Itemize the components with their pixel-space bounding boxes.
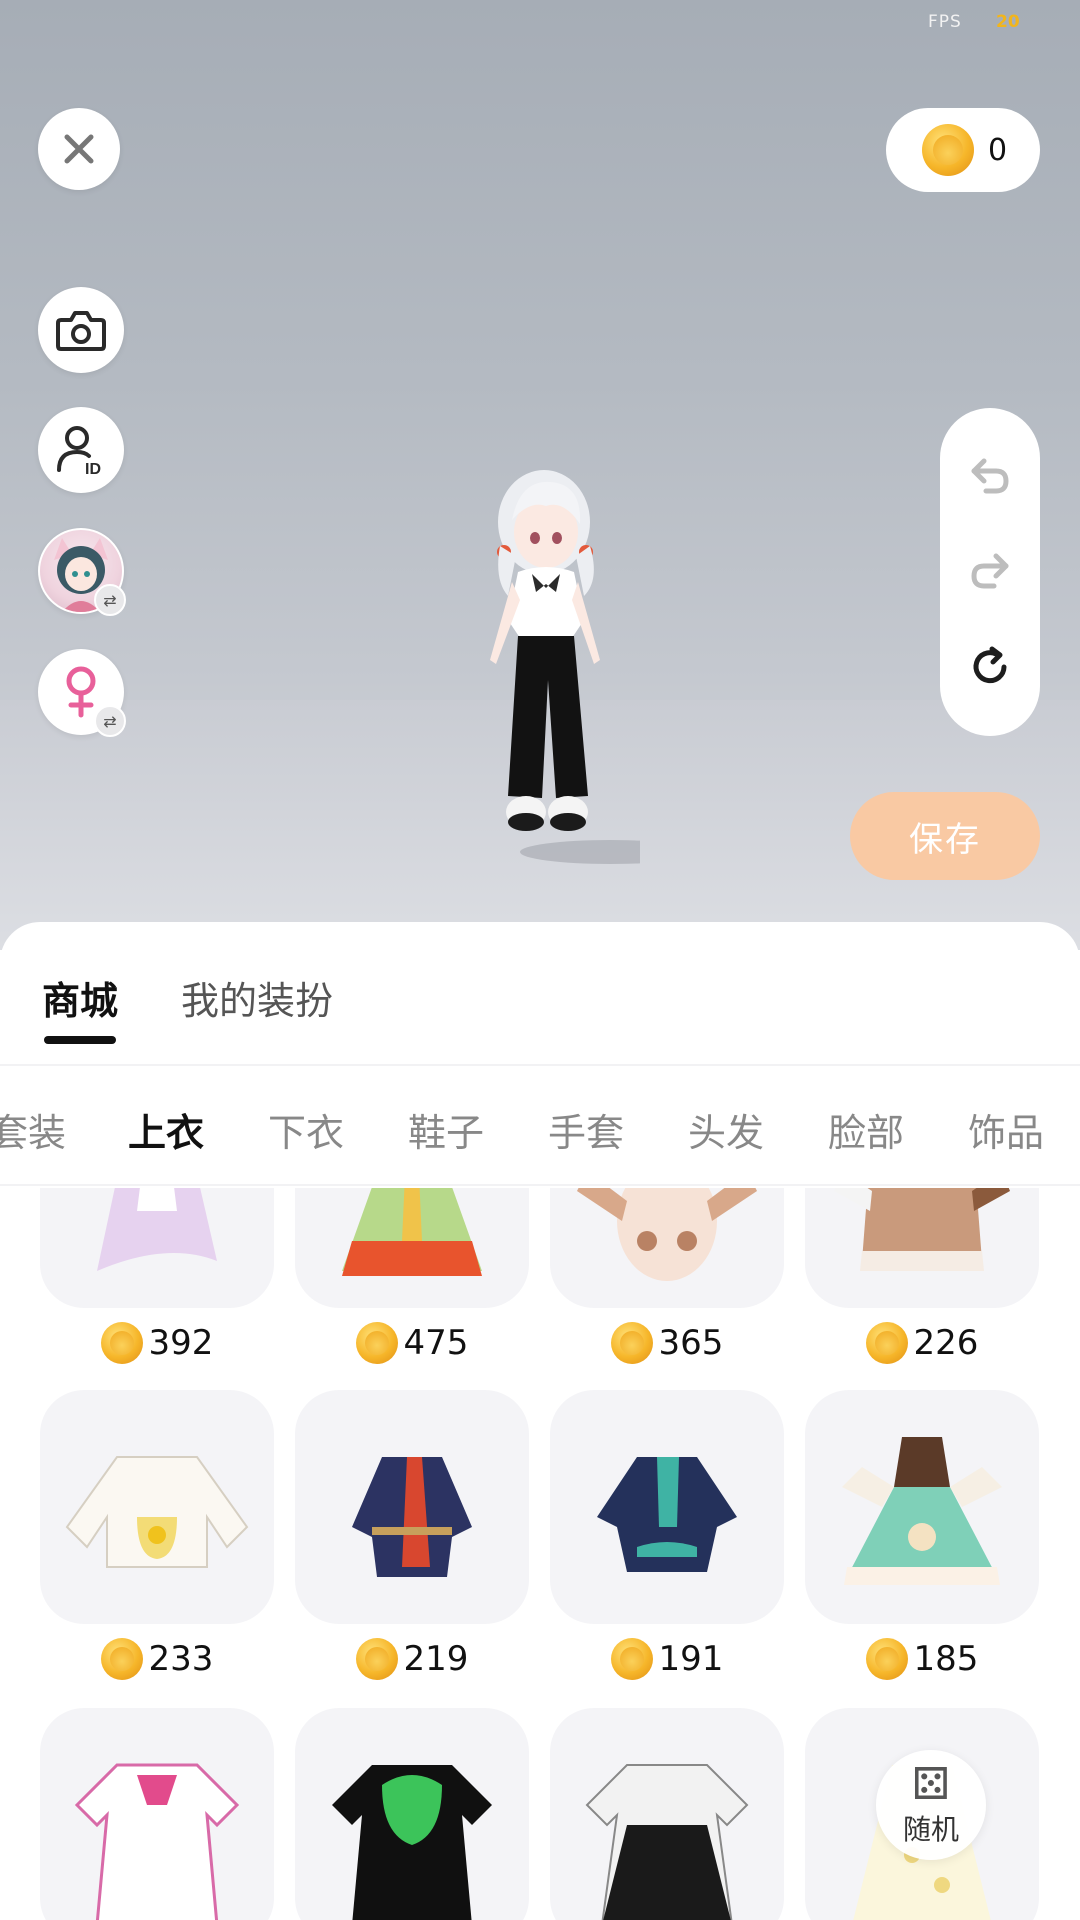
item-thumbnail bbox=[805, 1390, 1039, 1624]
coin-balance[interactable]: 0 bbox=[886, 108, 1040, 192]
switch-avatar-button[interactable]: ⇄ bbox=[38, 528, 126, 616]
item-thumbnail bbox=[40, 1188, 274, 1308]
category-face[interactable]: 脸部 bbox=[828, 1102, 904, 1157]
item-price: 392 bbox=[148, 1323, 214, 1363]
item-thumbnail bbox=[550, 1188, 784, 1308]
switch-gender-button[interactable]: ⇄ bbox=[38, 649, 126, 737]
coin-icon bbox=[100, 1638, 143, 1680]
item-thumbnail bbox=[295, 1708, 529, 1920]
reset-icon[interactable] bbox=[968, 645, 1012, 689]
coin-icon bbox=[355, 1638, 398, 1680]
shop-item[interactable]: 233 bbox=[40, 1390, 274, 1680]
tab-my-outfits[interactable]: 我的装扮 bbox=[181, 970, 333, 1025]
category-hair[interactable]: 头发 bbox=[688, 1102, 764, 1157]
category-bottoms[interactable]: 下衣 bbox=[268, 1102, 344, 1157]
avatar-preview-scene[interactable]: FPS 20 ID ⇄ ⇄ 0 保存 bbox=[0, 0, 1080, 950]
item-thumbnail bbox=[295, 1188, 529, 1308]
item-price: 185 bbox=[913, 1639, 979, 1679]
coin-icon bbox=[922, 124, 974, 176]
shop-item[interactable] bbox=[550, 1708, 784, 1920]
category-suit[interactable]: 套装 bbox=[0, 1102, 66, 1157]
category-accessories[interactable]: 饰品 bbox=[968, 1102, 1044, 1157]
coin-icon bbox=[355, 1322, 398, 1364]
category-tabs[interactable]: 套装 上衣 下衣 鞋子 手套 头发 脸部 饰品 bbox=[0, 1068, 1080, 1186]
tab-shop[interactable]: 商城 bbox=[42, 970, 118, 1025]
shop-item[interactable]: 191 bbox=[550, 1390, 784, 1680]
shop-item[interactable] bbox=[295, 1708, 529, 1920]
camera-button[interactable] bbox=[38, 287, 124, 373]
item-thumbnail bbox=[40, 1708, 274, 1920]
category-shoes[interactable]: 鞋子 bbox=[408, 1102, 484, 1157]
active-tab-indicator bbox=[44, 1036, 116, 1044]
edit-history-panel bbox=[940, 408, 1040, 736]
shop-item[interactable]: 219 bbox=[295, 1390, 529, 1680]
swap-icon: ⇄ bbox=[94, 705, 126, 737]
item-price: 226 bbox=[913, 1323, 979, 1363]
shop-item[interactable]: 226 bbox=[805, 1188, 1039, 1364]
shop-item[interactable]: 365 bbox=[550, 1188, 784, 1364]
item-price: 191 bbox=[658, 1639, 724, 1679]
coin-icon bbox=[865, 1638, 908, 1680]
random-outfit-button[interactable]: ⚄ 随机 bbox=[876, 1750, 986, 1860]
undo-icon[interactable] bbox=[968, 455, 1012, 495]
category-gloves[interactable]: 手套 bbox=[548, 1102, 624, 1157]
fps-value: 20 bbox=[996, 12, 1020, 32]
coin-icon bbox=[610, 1322, 653, 1364]
user-id-button[interactable]: ID bbox=[38, 407, 124, 493]
item-price: 475 bbox=[403, 1323, 469, 1363]
shop-item[interactable]: 185 bbox=[805, 1390, 1039, 1680]
coin-icon bbox=[865, 1322, 908, 1364]
svg-text:ID: ID bbox=[85, 461, 101, 476]
item-price: 233 bbox=[148, 1639, 214, 1679]
item-thumbnail bbox=[295, 1390, 529, 1624]
shop-item[interactable]: 392 bbox=[40, 1188, 274, 1364]
shop-item[interactable]: 475 bbox=[295, 1188, 529, 1364]
swap-icon: ⇄ bbox=[94, 584, 126, 616]
fps-label: FPS bbox=[928, 12, 962, 32]
coin-icon bbox=[100, 1322, 143, 1364]
female-icon bbox=[66, 666, 96, 718]
close-icon bbox=[64, 134, 94, 164]
item-thumbnail bbox=[550, 1390, 784, 1624]
item-thumbnail bbox=[40, 1390, 274, 1624]
item-price: 365 bbox=[658, 1323, 724, 1363]
main-tabs: 商城 我的装扮 bbox=[0, 922, 1080, 1066]
item-price: 219 bbox=[403, 1639, 469, 1679]
save-button[interactable]: 保存 bbox=[850, 792, 1040, 880]
close-button[interactable] bbox=[38, 108, 120, 190]
shop-item[interactable] bbox=[40, 1708, 274, 1920]
category-tops[interactable]: 上衣 bbox=[128, 1102, 204, 1157]
dice-icon: ⚄ bbox=[911, 1759, 951, 1810]
item-thumbnail bbox=[550, 1708, 784, 1920]
redo-icon[interactable] bbox=[968, 550, 1012, 590]
user-id-icon: ID bbox=[57, 426, 101, 476]
coin-count: 0 bbox=[988, 132, 1008, 168]
item-thumbnail bbox=[805, 1188, 1039, 1308]
random-label: 随机 bbox=[902, 1813, 959, 1846]
camera-icon bbox=[56, 311, 106, 351]
coin-icon bbox=[610, 1638, 653, 1680]
avatar-character[interactable] bbox=[460, 460, 640, 880]
